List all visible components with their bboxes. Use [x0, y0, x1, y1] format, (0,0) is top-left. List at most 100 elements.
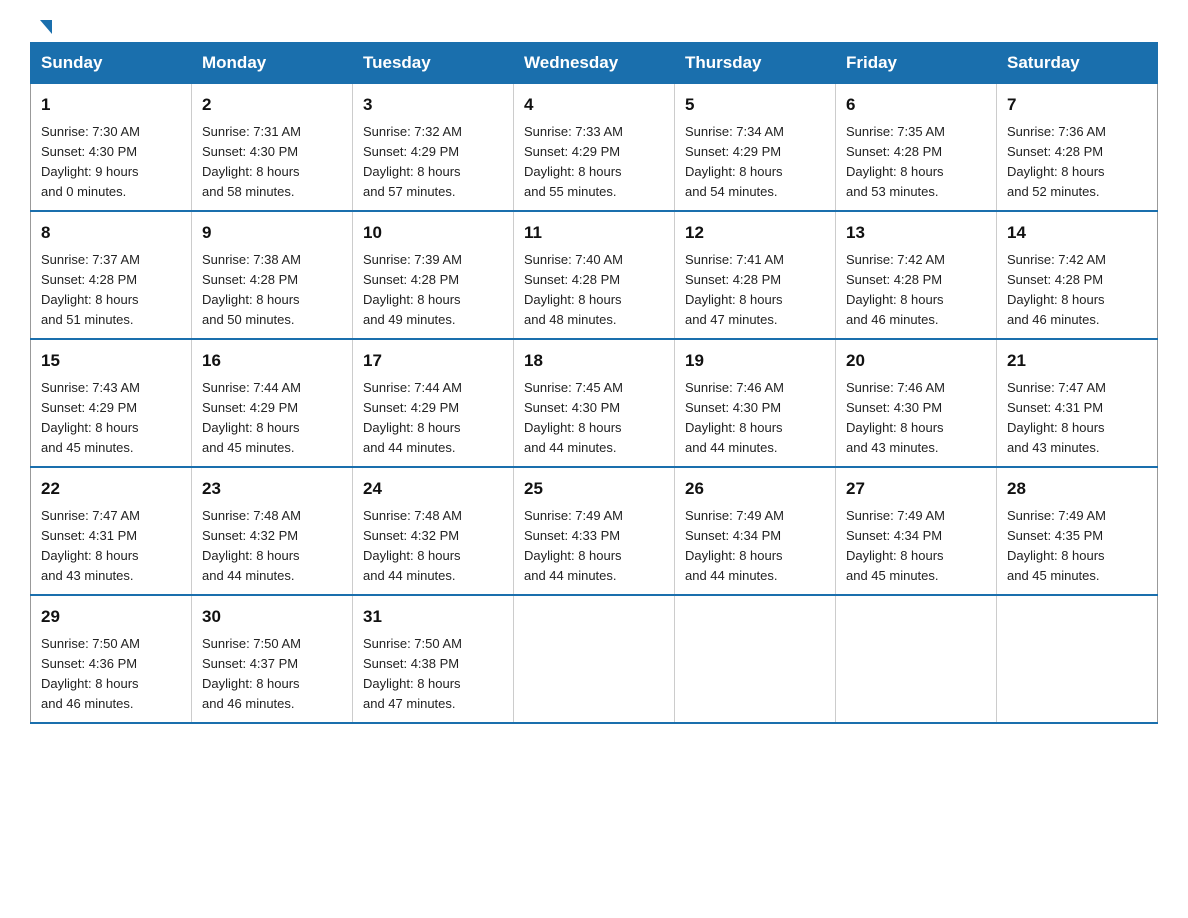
calendar-header: SundayMondayTuesdayWednesdayThursdayFrid…: [31, 43, 1158, 84]
calendar-cell: 28 Sunrise: 7:49 AMSunset: 4:35 PMDaylig…: [997, 467, 1158, 595]
calendar-cell: 26 Sunrise: 7:49 AMSunset: 4:34 PMDaylig…: [675, 467, 836, 595]
header-cell-sunday: Sunday: [31, 43, 192, 84]
calendar-cell: 17 Sunrise: 7:44 AMSunset: 4:29 PMDaylig…: [353, 339, 514, 467]
header-cell-friday: Friday: [836, 43, 997, 84]
calendar-cell: 4 Sunrise: 7:33 AMSunset: 4:29 PMDayligh…: [514, 84, 675, 212]
day-info: Sunrise: 7:49 AMSunset: 4:35 PMDaylight:…: [1007, 508, 1106, 583]
day-number: 1: [41, 92, 181, 118]
day-number: 3: [363, 92, 503, 118]
calendar-cell: [997, 595, 1158, 723]
day-number: 9: [202, 220, 342, 246]
calendar-cell: [514, 595, 675, 723]
day-number: 24: [363, 476, 503, 502]
calendar-cell: 29 Sunrise: 7:50 AMSunset: 4:36 PMDaylig…: [31, 595, 192, 723]
day-info: Sunrise: 7:45 AMSunset: 4:30 PMDaylight:…: [524, 380, 623, 455]
day-number: 5: [685, 92, 825, 118]
day-number: 25: [524, 476, 664, 502]
day-number: 20: [846, 348, 986, 374]
header-cell-thursday: Thursday: [675, 43, 836, 84]
calendar-cell: 18 Sunrise: 7:45 AMSunset: 4:30 PMDaylig…: [514, 339, 675, 467]
day-info: Sunrise: 7:39 AMSunset: 4:28 PMDaylight:…: [363, 252, 462, 327]
day-number: 10: [363, 220, 503, 246]
day-number: 13: [846, 220, 986, 246]
day-info: Sunrise: 7:50 AMSunset: 4:37 PMDaylight:…: [202, 636, 301, 711]
day-info: Sunrise: 7:36 AMSunset: 4:28 PMDaylight:…: [1007, 124, 1106, 199]
logo: [30, 20, 40, 22]
calendar-cell: 30 Sunrise: 7:50 AMSunset: 4:37 PMDaylig…: [192, 595, 353, 723]
day-info: Sunrise: 7:42 AMSunset: 4:28 PMDaylight:…: [846, 252, 945, 327]
calendar-cell: 13 Sunrise: 7:42 AMSunset: 4:28 PMDaylig…: [836, 211, 997, 339]
day-info: Sunrise: 7:37 AMSunset: 4:28 PMDaylight:…: [41, 252, 140, 327]
calendar-cell: 25 Sunrise: 7:49 AMSunset: 4:33 PMDaylig…: [514, 467, 675, 595]
day-info: Sunrise: 7:49 AMSunset: 4:34 PMDaylight:…: [685, 508, 784, 583]
day-info: Sunrise: 7:34 AMSunset: 4:29 PMDaylight:…: [685, 124, 784, 199]
day-info: Sunrise: 7:31 AMSunset: 4:30 PMDaylight:…: [202, 124, 301, 199]
day-number: 28: [1007, 476, 1147, 502]
calendar-cell: 5 Sunrise: 7:34 AMSunset: 4:29 PMDayligh…: [675, 84, 836, 212]
day-number: 4: [524, 92, 664, 118]
day-info: Sunrise: 7:35 AMSunset: 4:28 PMDaylight:…: [846, 124, 945, 199]
calendar-cell: 21 Sunrise: 7:47 AMSunset: 4:31 PMDaylig…: [997, 339, 1158, 467]
calendar-cell: 31 Sunrise: 7:50 AMSunset: 4:38 PMDaylig…: [353, 595, 514, 723]
calendar-cell: 23 Sunrise: 7:48 AMSunset: 4:32 PMDaylig…: [192, 467, 353, 595]
day-info: Sunrise: 7:48 AMSunset: 4:32 PMDaylight:…: [363, 508, 462, 583]
day-number: 12: [685, 220, 825, 246]
calendar-week-3: 15 Sunrise: 7:43 AMSunset: 4:29 PMDaylig…: [31, 339, 1158, 467]
day-info: Sunrise: 7:38 AMSunset: 4:28 PMDaylight:…: [202, 252, 301, 327]
calendar-cell: 7 Sunrise: 7:36 AMSunset: 4:28 PMDayligh…: [997, 84, 1158, 212]
day-info: Sunrise: 7:30 AMSunset: 4:30 PMDaylight:…: [41, 124, 140, 199]
calendar-cell: 24 Sunrise: 7:48 AMSunset: 4:32 PMDaylig…: [353, 467, 514, 595]
calendar-cell: 10 Sunrise: 7:39 AMSunset: 4:28 PMDaylig…: [353, 211, 514, 339]
calendar-body: 1 Sunrise: 7:30 AMSunset: 4:30 PMDayligh…: [31, 84, 1158, 724]
day-number: 16: [202, 348, 342, 374]
day-info: Sunrise: 7:33 AMSunset: 4:29 PMDaylight:…: [524, 124, 623, 199]
day-number: 15: [41, 348, 181, 374]
calendar-cell: 9 Sunrise: 7:38 AMSunset: 4:28 PMDayligh…: [192, 211, 353, 339]
day-info: Sunrise: 7:41 AMSunset: 4:28 PMDaylight:…: [685, 252, 784, 327]
day-info: Sunrise: 7:40 AMSunset: 4:28 PMDaylight:…: [524, 252, 623, 327]
day-info: Sunrise: 7:46 AMSunset: 4:30 PMDaylight:…: [846, 380, 945, 455]
calendar-cell: 11 Sunrise: 7:40 AMSunset: 4:28 PMDaylig…: [514, 211, 675, 339]
calendar-week-5: 29 Sunrise: 7:50 AMSunset: 4:36 PMDaylig…: [31, 595, 1158, 723]
day-number: 19: [685, 348, 825, 374]
day-info: Sunrise: 7:50 AMSunset: 4:36 PMDaylight:…: [41, 636, 140, 711]
calendar-cell: 19 Sunrise: 7:46 AMSunset: 4:30 PMDaylig…: [675, 339, 836, 467]
day-info: Sunrise: 7:48 AMSunset: 4:32 PMDaylight:…: [202, 508, 301, 583]
day-info: Sunrise: 7:50 AMSunset: 4:38 PMDaylight:…: [363, 636, 462, 711]
day-number: 18: [524, 348, 664, 374]
calendar-cell: 3 Sunrise: 7:32 AMSunset: 4:29 PMDayligh…: [353, 84, 514, 212]
calendar-cell: 14 Sunrise: 7:42 AMSunset: 4:28 PMDaylig…: [997, 211, 1158, 339]
page-header: [30, 20, 1158, 24]
day-number: 6: [846, 92, 986, 118]
calendar-cell: 27 Sunrise: 7:49 AMSunset: 4:34 PMDaylig…: [836, 467, 997, 595]
day-number: 27: [846, 476, 986, 502]
header-cell-monday: Monday: [192, 43, 353, 84]
day-info: Sunrise: 7:44 AMSunset: 4:29 PMDaylight:…: [202, 380, 301, 455]
header-cell-wednesday: Wednesday: [514, 43, 675, 84]
day-number: 17: [363, 348, 503, 374]
calendar-cell: 16 Sunrise: 7:44 AMSunset: 4:29 PMDaylig…: [192, 339, 353, 467]
calendar-week-1: 1 Sunrise: 7:30 AMSunset: 4:30 PMDayligh…: [31, 84, 1158, 212]
day-info: Sunrise: 7:42 AMSunset: 4:28 PMDaylight:…: [1007, 252, 1106, 327]
day-info: Sunrise: 7:44 AMSunset: 4:29 PMDaylight:…: [363, 380, 462, 455]
calendar-cell: 8 Sunrise: 7:37 AMSunset: 4:28 PMDayligh…: [31, 211, 192, 339]
calendar-cell: [675, 595, 836, 723]
day-info: Sunrise: 7:43 AMSunset: 4:29 PMDaylight:…: [41, 380, 140, 455]
day-info: Sunrise: 7:47 AMSunset: 4:31 PMDaylight:…: [41, 508, 140, 583]
day-number: 14: [1007, 220, 1147, 246]
calendar-cell: 1 Sunrise: 7:30 AMSunset: 4:30 PMDayligh…: [31, 84, 192, 212]
day-info: Sunrise: 7:46 AMSunset: 4:30 PMDaylight:…: [685, 380, 784, 455]
calendar-week-2: 8 Sunrise: 7:37 AMSunset: 4:28 PMDayligh…: [31, 211, 1158, 339]
day-number: 30: [202, 604, 342, 630]
day-number: 22: [41, 476, 181, 502]
calendar-cell: 2 Sunrise: 7:31 AMSunset: 4:30 PMDayligh…: [192, 84, 353, 212]
calendar-cell: 22 Sunrise: 7:47 AMSunset: 4:31 PMDaylig…: [31, 467, 192, 595]
calendar-week-4: 22 Sunrise: 7:47 AMSunset: 4:31 PMDaylig…: [31, 467, 1158, 595]
calendar-cell: 12 Sunrise: 7:41 AMSunset: 4:28 PMDaylig…: [675, 211, 836, 339]
day-number: 11: [524, 220, 664, 246]
day-number: 23: [202, 476, 342, 502]
day-number: 31: [363, 604, 503, 630]
day-number: 21: [1007, 348, 1147, 374]
day-number: 8: [41, 220, 181, 246]
day-info: Sunrise: 7:49 AMSunset: 4:34 PMDaylight:…: [846, 508, 945, 583]
